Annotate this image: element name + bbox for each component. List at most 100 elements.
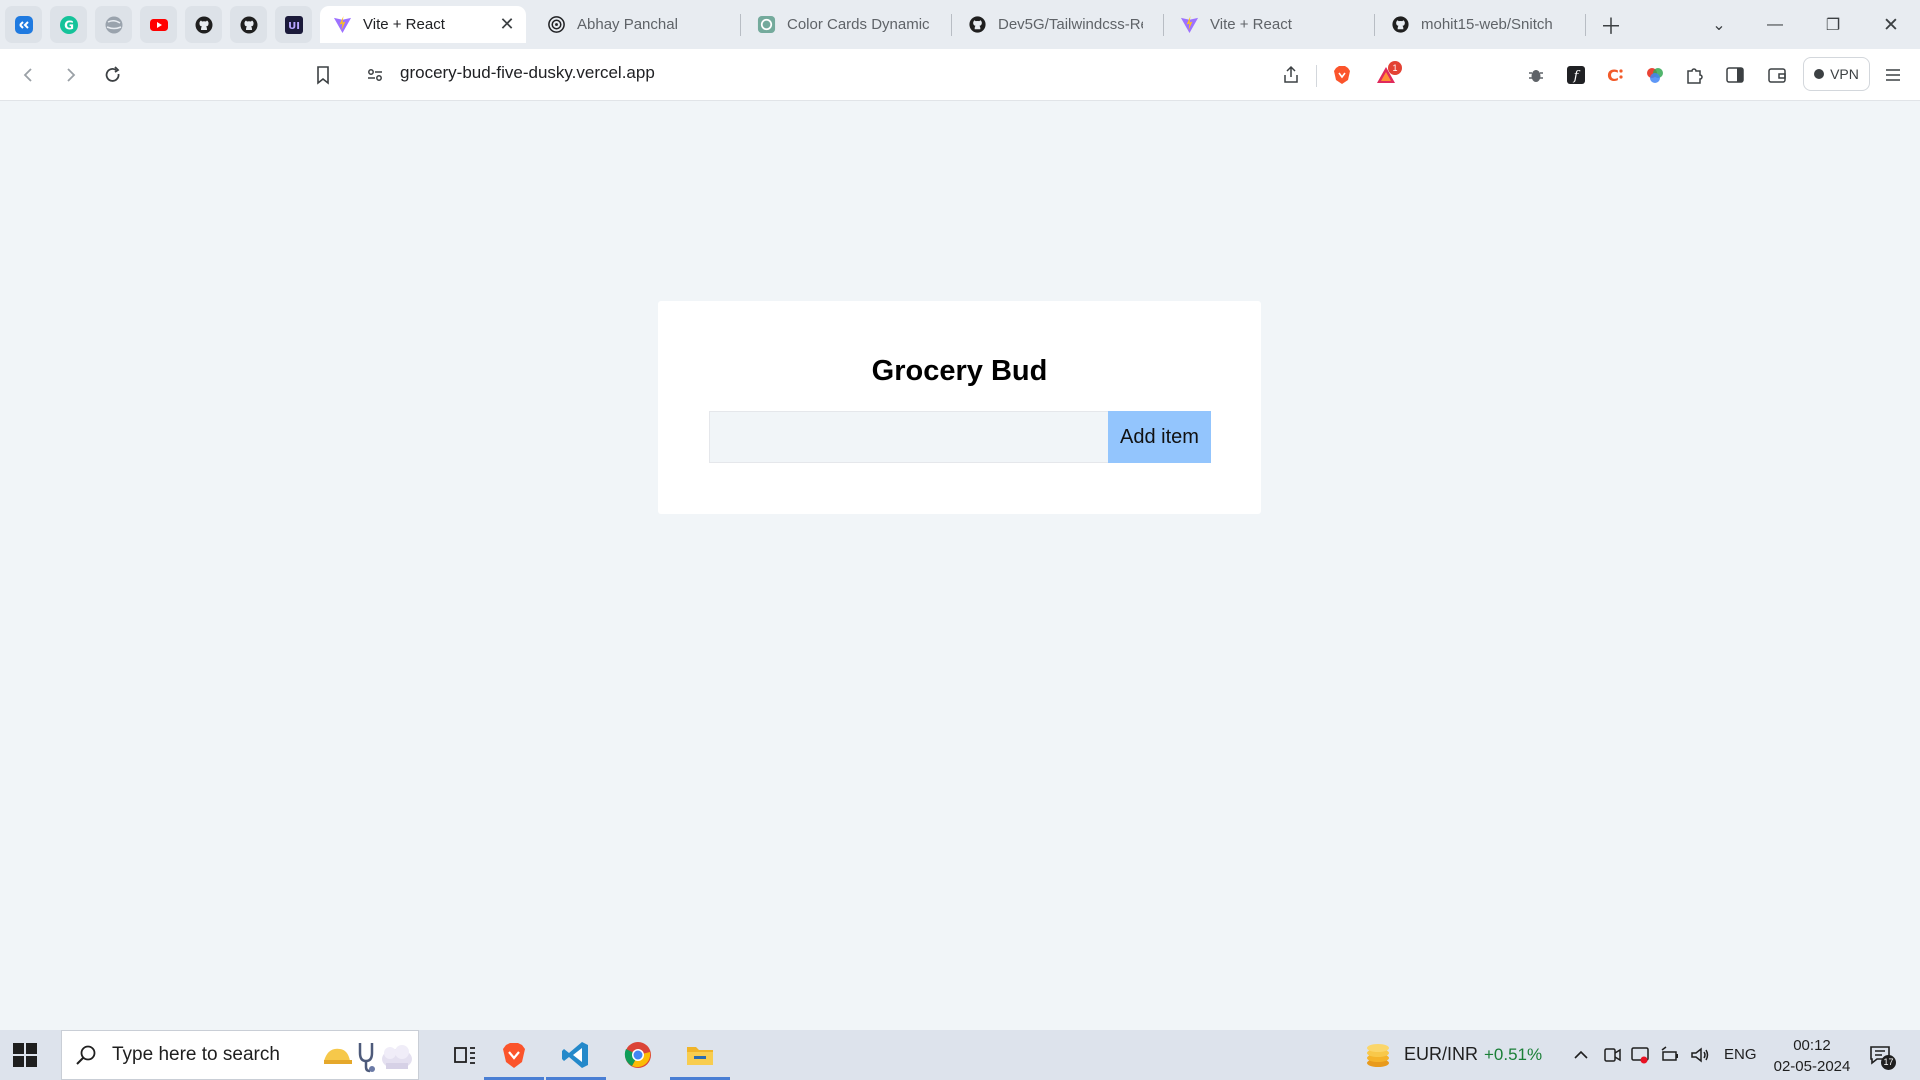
color-wheel-icon — [1647, 68, 1663, 83]
reload-button[interactable] — [98, 60, 128, 90]
extension-color-picker[interactable] — [1640, 60, 1670, 90]
menu-button[interactable] — [1878, 60, 1908, 90]
wallet-icon — [1768, 68, 1786, 83]
tab-title: Vite + React — [363, 16, 445, 33]
minimize-window-button[interactable]: — — [1760, 10, 1790, 40]
github-icon — [195, 16, 212, 33]
target-icon — [546, 15, 566, 35]
github-icon — [240, 16, 257, 33]
share-button[interactable] — [1276, 60, 1306, 90]
windows-start-icon[interactable] — [12, 1042, 38, 1068]
svg-text:C: C — [1607, 66, 1619, 85]
search-placeholder: Type here to search — [112, 1044, 280, 1065]
pinned-tab-github-2[interactable] — [230, 6, 267, 43]
rewards-badge: 1 — [1388, 61, 1402, 75]
address-bar-url: grocery-bud-five-dusky.vercel.app — [400, 63, 655, 82]
tab-title: Vite + React — [1210, 16, 1292, 33]
vpn-button[interactable]: VPN — [1803, 57, 1870, 91]
currency-change: +0.51% — [1484, 1045, 1543, 1064]
hamburger-menu-icon — [1886, 69, 1900, 81]
pinned-tab-youtube[interactable] — [140, 6, 177, 43]
svg-text:G: G — [64, 18, 74, 32]
site-settings-icon[interactable] — [360, 60, 390, 90]
task-view-icon — [454, 1047, 475, 1064]
github-icon — [1390, 15, 1410, 35]
tab-separator — [1585, 14, 1586, 36]
vscode-icon — [14, 15, 33, 34]
tab-title: Color Cards Dynamic St — [787, 16, 932, 33]
vite-icon — [1179, 15, 1199, 35]
windows-taskbar: Type here to search EUR/INR +0.51% ENG — [0, 1030, 1920, 1080]
tab-dev5g-tailwind[interactable]: Dev5G/Tailwindcss-Rea — [955, 6, 1155, 43]
clock-date: 02-05-2024 — [1773, 1058, 1851, 1075]
back-arrow-icon — [23, 68, 32, 82]
tab-mohit-snitch[interactable]: mohit15-web/Snitch — [1378, 6, 1578, 43]
tab-separator — [740, 14, 741, 36]
volume-icon[interactable] — [1690, 1045, 1710, 1065]
vscode-icon — [562, 1042, 588, 1068]
browser-tab-strip: G UI Vite + React ✕ Abhay Panchal Color … — [0, 0, 1920, 49]
extension-bug[interactable] — [1521, 60, 1551, 90]
extension-fontface[interactable]: f — [1561, 60, 1591, 90]
taskbar-file-explorer[interactable] — [670, 1030, 730, 1080]
pinned-tab-github-1[interactable] — [185, 6, 222, 43]
extension-c[interactable]: C — [1600, 60, 1630, 90]
tab-search-chevron-icon[interactable]: ⌄ — [1704, 10, 1734, 40]
puzzle-icon — [1687, 68, 1703, 84]
tab-title: Abhay Panchal — [577, 16, 678, 33]
input-language[interactable]: ENG — [1724, 1046, 1757, 1063]
tab-abhay-panchal[interactable]: Abhay Panchal — [534, 6, 736, 43]
toolbar-divider — [1316, 65, 1317, 87]
taskbar-chrome[interactable] — [608, 1030, 668, 1080]
extensions-button[interactable] — [1680, 60, 1710, 90]
back-button[interactable] — [14, 60, 44, 90]
vpn-label: VPN — [1830, 66, 1859, 82]
notification-count-badge: 17 — [1881, 1055, 1896, 1070]
taskbar-clock[interactable]: 00:12 02-05-2024 — [1766, 1035, 1858, 1077]
svg-text:UI: UI — [288, 21, 300, 32]
recording-indicator-icon[interactable] — [1630, 1045, 1650, 1065]
tab-vite-react-active[interactable]: Vite + React ✕ — [320, 6, 526, 43]
page-title: Grocery Bud — [871, 355, 1048, 387]
forward-button[interactable] — [55, 60, 85, 90]
tab-title: mohit15-web/Snitch — [1421, 16, 1553, 33]
tab-separator — [1374, 14, 1375, 36]
pinned-tab-uiverse[interactable]: UI — [275, 6, 312, 43]
bookmark-button[interactable] — [308, 60, 338, 90]
vite-icon — [332, 15, 352, 35]
tab-vite-react-2[interactable]: Vite + React — [1167, 6, 1367, 43]
meet-now-icon[interactable] — [1602, 1045, 1622, 1065]
github-icon — [967, 15, 987, 35]
chatgpt-icon — [756, 15, 776, 35]
pinned-tab-vscode[interactable] — [5, 6, 42, 43]
currency-pair[interactable]: EUR/INR — [1404, 1044, 1478, 1065]
sidebar-toggle-button[interactable] — [1720, 60, 1750, 90]
new-tab-button[interactable]: ＋ — [1596, 10, 1626, 40]
chrome-icon — [624, 1042, 651, 1068]
pinned-tab-globe[interactable] — [95, 6, 132, 43]
tab-title: Dev5G/Tailwindcss-Rea — [998, 16, 1143, 33]
brave-shields-button[interactable] — [1327, 60, 1357, 90]
share-icon — [1284, 65, 1298, 83]
restore-window-button[interactable]: ❐ — [1818, 10, 1848, 40]
grocery-card: Grocery Bud Add item — [658, 301, 1261, 514]
bug-icon — [1529, 70, 1543, 82]
reload-icon — [105, 66, 120, 82]
add-item-button[interactable]: Add item — [1108, 411, 1211, 463]
battery-icon[interactable] — [1660, 1045, 1680, 1065]
chevron-up-icon[interactable] — [1571, 1045, 1591, 1065]
brave-lion-icon — [1334, 66, 1350, 84]
clock-time: 00:12 — [1793, 1037, 1831, 1054]
tab-separator — [951, 14, 952, 36]
close-window-button[interactable]: ✕ — [1876, 10, 1906, 40]
vpn-status-icon — [1814, 69, 1825, 79]
wallet-button[interactable] — [1762, 60, 1792, 90]
grammarly-icon: G — [59, 15, 78, 34]
taskbar-vscode[interactable] — [546, 1030, 606, 1080]
tab-color-cards[interactable]: Color Cards Dynamic St — [744, 6, 944, 43]
bookmark-icon — [317, 66, 329, 85]
pinned-tab-grammarly[interactable]: G — [50, 6, 87, 43]
grocery-item-input[interactable] — [709, 411, 1108, 463]
close-tab-icon[interactable]: ✕ — [498, 15, 516, 33]
taskbar-brave[interactable] — [484, 1030, 544, 1080]
